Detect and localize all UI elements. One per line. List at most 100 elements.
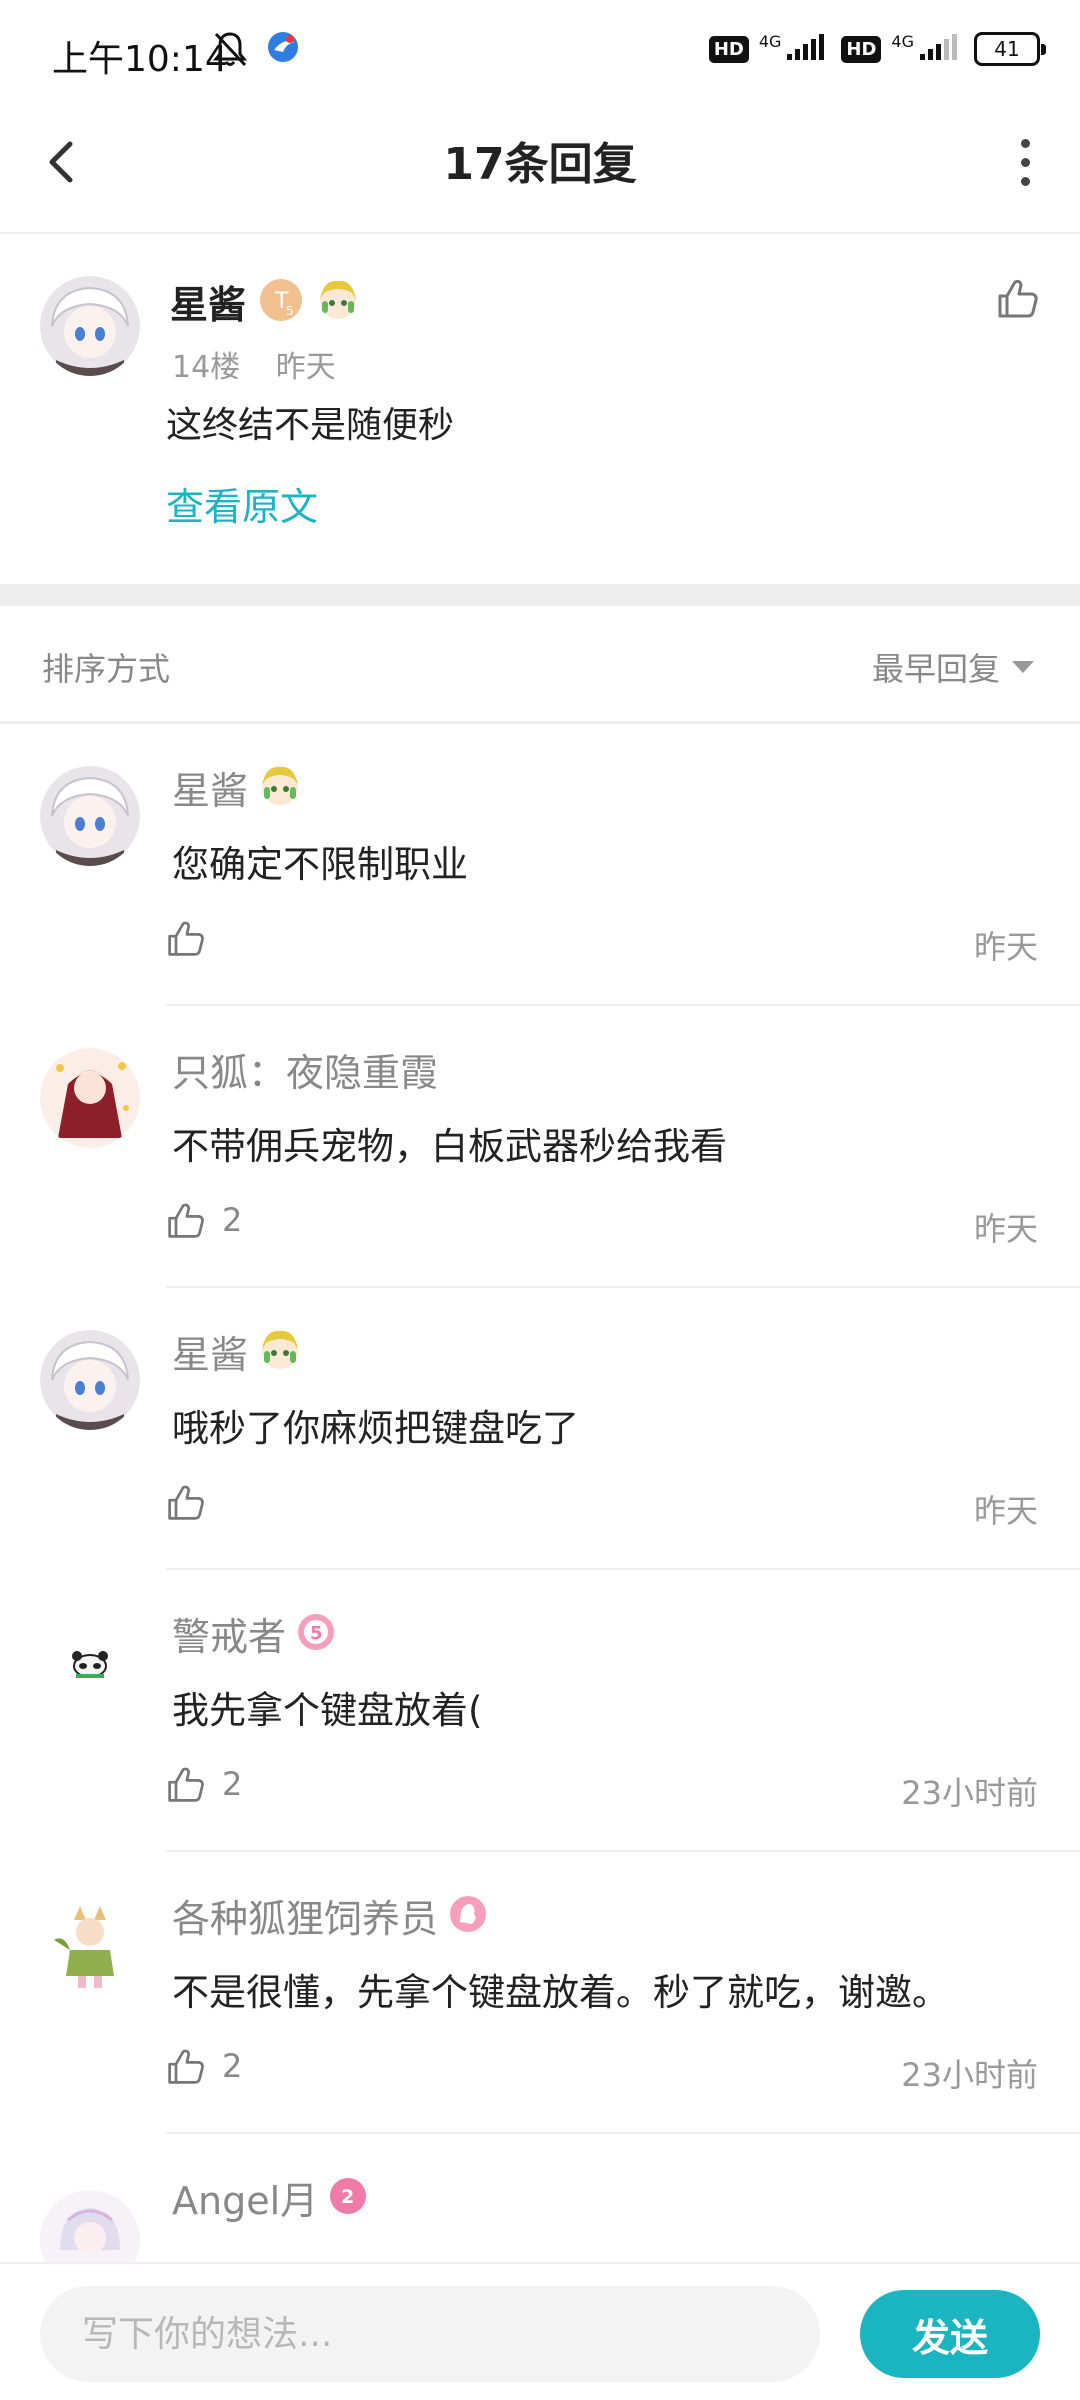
- reply-author[interactable]: Angel月: [172, 2170, 318, 2225]
- pink-emblem-badge-icon: [448, 1894, 488, 1938]
- author-name[interactable]: 星酱: [170, 274, 246, 329]
- avatar[interactable]: [40, 2190, 140, 2262]
- view-original-link[interactable]: 查看原文: [166, 476, 318, 531]
- reply-author[interactable]: 星酱: [172, 1324, 248, 1379]
- thumbs-up-icon: [168, 921, 204, 956]
- avatar[interactable]: [40, 766, 140, 866]
- comment-composer: 发送: [0, 2262, 1080, 2400]
- svg-text:5: 5: [286, 304, 294, 318]
- author-row: 星酱 T 5: [170, 274, 360, 329]
- status-time: 上午10:14: [52, 39, 228, 80]
- character-badge-icon: [258, 1327, 302, 1377]
- white-hair-avatar-icon: [40, 1330, 140, 1430]
- thumbs-up-icon: [168, 2049, 204, 2084]
- reply-item: 星酱 哦秒了你麻烦把键盘吃了 昨天: [0, 1288, 1080, 1570]
- hd-badge-1: HD: [708, 35, 749, 63]
- sort-dropdown[interactable]: 最早回复: [872, 644, 1034, 690]
- reply-time: 昨天: [973, 1210, 1038, 1248]
- floor-number: 14楼: [172, 350, 241, 385]
- character-badge-icon: [316, 277, 360, 327]
- original-comment: 星酱 T 5 14楼 昨天 这终结不是随便秒 查看原文: [0, 236, 1080, 584]
- avatar[interactable]: [40, 1048, 140, 1148]
- fox-girl-avatar-icon: [40, 1048, 140, 1148]
- dot-icon: [1020, 176, 1030, 186]
- dot-icon: [1020, 157, 1030, 167]
- level-5-badge-icon: 5: [296, 1612, 336, 1656]
- thumbs-up-icon: [998, 279, 1038, 318]
- reply-like-button[interactable]: 2: [166, 1764, 242, 1804]
- status-bar: 上午10:14 HD 4G HD 4G 41: [0, 0, 1080, 100]
- sort-value: 最早回复: [871, 650, 1000, 688]
- reply-author-row: 警戒者 5: [172, 1606, 336, 1661]
- white-hair-avatar-icon: [40, 766, 140, 866]
- thumbs-up-icon: [168, 1767, 204, 1802]
- network-type-1: 4G: [758, 31, 782, 51]
- send-button[interactable]: 发送: [860, 2290, 1040, 2378]
- reply-detail-page: 上午10:14 HD 4G HD 4G 41 17条回复 星酱 T 5 14楼 …: [0, 0, 1080, 2400]
- like-button[interactable]: [996, 276, 1040, 324]
- reply-author-row: 只狐：夜隐重霞: [172, 1042, 438, 1097]
- reply-author-row: 星酱: [172, 1324, 302, 1379]
- avatar[interactable]: [40, 276, 140, 376]
- level-2-badge-icon: 2: [328, 2176, 368, 2220]
- reply-like-button[interactable]: [166, 1482, 222, 1522]
- signal-icon-2: [918, 32, 964, 66]
- character-badge-icon: [258, 763, 302, 813]
- reply-like-button[interactable]: 2: [166, 2046, 242, 2086]
- comment-input[interactable]: [40, 2286, 820, 2382]
- white-hair-avatar-icon: [40, 276, 140, 376]
- sort-label: 排序方式: [42, 650, 171, 688]
- reply-like-button[interactable]: 2: [166, 1200, 242, 1240]
- status-indicators: HD 4G HD 4G 41: [708, 31, 1046, 66]
- reply-author[interactable]: 星酱: [172, 760, 248, 815]
- sort-bar: 排序方式 最早回复: [0, 606, 1080, 724]
- reply-content: 不是很懂，先拿个键盘放着。秒了就吃，谢邀。: [172, 1971, 949, 2014]
- top-nav-bar: 17条回复: [0, 100, 1080, 234]
- reply-item: Angel月 2: [0, 2134, 1080, 2262]
- reply-item: 警戒者 5 我先拿个键盘放着( 2 23小时前: [0, 1570, 1080, 1852]
- network-type-2: 4G: [891, 31, 914, 51]
- caret-down-icon: [1012, 661, 1034, 673]
- dot-icon: [1020, 138, 1030, 148]
- reply-content: 您确定不限制职业: [172, 843, 468, 886]
- thumbs-up-icon: [168, 1203, 204, 1238]
- angel-avatar-icon: [40, 2190, 140, 2262]
- svg-text:5: 5: [310, 1623, 323, 1644]
- reply-author[interactable]: 只狐：夜隐重霞: [172, 1042, 438, 1097]
- hd-badge-2: HD: [841, 35, 882, 63]
- fox-keeper-avatar-icon: [40, 1894, 140, 1994]
- like-count: 2: [222, 1765, 243, 1803]
- avatar[interactable]: [40, 1330, 140, 1430]
- comment-meta: 14楼 昨天: [172, 342, 362, 386]
- reply-author-row: Angel月 2: [172, 2170, 368, 2225]
- reply-time: 昨天: [973, 1492, 1038, 1530]
- reply-item: 各种狐狸饲养员 不是很懂，先拿个键盘放着。秒了就吃，谢邀。 2 23小时前: [0, 1852, 1080, 2134]
- like-count: 2: [222, 1201, 243, 1239]
- reply-item: 只狐：夜隐重霞 不带佣兵宠物，白板武器秒给我看 2 昨天: [0, 1006, 1080, 1288]
- battery-icon: 41: [974, 32, 1046, 66]
- reply-item: 星酱 您确定不限制职业 昨天: [0, 724, 1080, 1006]
- reply-author[interactable]: 警戒者: [172, 1606, 286, 1661]
- like-count: 2: [222, 2047, 243, 2085]
- reply-time: 昨天: [973, 928, 1038, 966]
- reply-author-row: 各种狐狸饲养员: [172, 1888, 488, 1943]
- reply-content: 哦秒了你麻烦把键盘吃了: [172, 1407, 579, 1450]
- reply-like-button[interactable]: [166, 918, 222, 958]
- section-divider: [0, 584, 1080, 606]
- reply-time: 23小时前: [901, 2056, 1038, 2094]
- signal-icon-1: [785, 32, 831, 66]
- reply-time: 23小时前: [901, 1774, 1038, 1812]
- reply-content: 我先拿个键盘放着(: [172, 1689, 483, 1732]
- level-t5-badge-icon: T 5: [258, 277, 304, 327]
- browser-app-icon: [266, 30, 300, 68]
- reply-author[interactable]: 各种狐狸饲养员: [172, 1888, 438, 1943]
- svg-text:2: 2: [341, 2186, 354, 2208]
- more-options-button[interactable]: [1000, 130, 1050, 194]
- comment-content: 这终结不是随便秒: [166, 405, 455, 446]
- avatar[interactable]: [40, 1894, 140, 1994]
- reply-author-row: 星酱: [172, 760, 302, 815]
- panda-avatar-icon: [40, 1612, 140, 1712]
- avatar[interactable]: [40, 1612, 140, 1712]
- page-title: 17条回复: [443, 139, 637, 190]
- reply-content: 不带佣兵宠物，白板武器秒给我看: [172, 1125, 727, 1168]
